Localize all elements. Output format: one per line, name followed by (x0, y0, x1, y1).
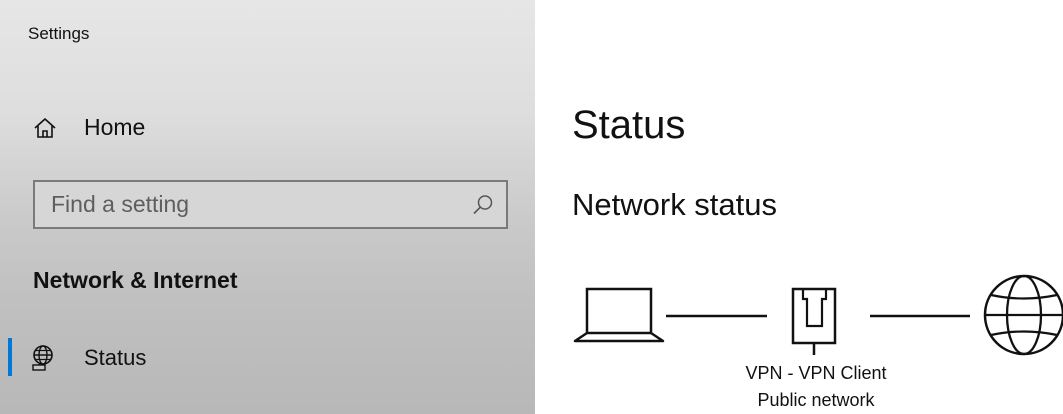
network-diagram: VPN - VPN Client Public network (535, 270, 1063, 414)
laptop-icon (573, 287, 665, 343)
globe-icon (983, 274, 1063, 356)
connection-label: VPN - VPN Client Public network (725, 360, 907, 414)
search-icon[interactable] (472, 194, 494, 216)
search-box[interactable] (33, 180, 508, 229)
connection-name: VPN - VPN Client (745, 363, 887, 383)
sidebar-item-status[interactable]: Status (0, 332, 535, 382)
app-title: Settings (28, 24, 90, 43)
selected-indicator (8, 338, 12, 376)
vpn-adapter-icon (791, 287, 837, 355)
page-title: Status (572, 103, 686, 147)
network-status-heading: Network status (572, 187, 778, 222)
globe-network-icon (32, 345, 53, 371)
sidebar: Settings Home Network & Internet Status (0, 0, 535, 414)
home-nav-item[interactable]: Home (0, 106, 535, 150)
home-icon (34, 118, 56, 138)
section-heading: Network & Internet (33, 267, 238, 293)
network-type: Public network (757, 390, 875, 410)
home-label: Home (84, 114, 146, 140)
main-content: Status Network status VPN - VPN Client P… (535, 0, 1063, 414)
sidebar-item-label: Status (84, 345, 147, 370)
search-input[interactable] (35, 182, 506, 227)
